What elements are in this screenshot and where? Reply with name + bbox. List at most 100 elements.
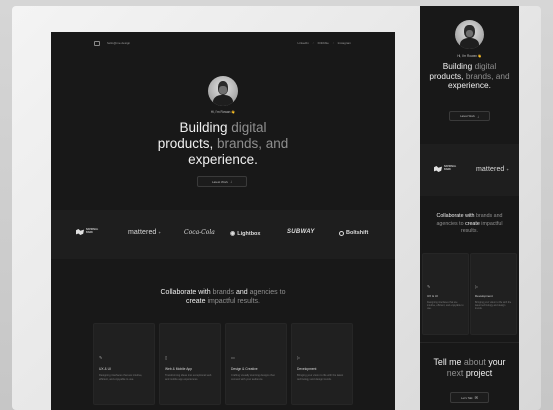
service-desc: Bringing your vision to life with the la… bbox=[475, 301, 512, 311]
nav-link-dribbble[interactable]: Dribbble bbox=[318, 41, 329, 45]
desktop-preview: hello@me.design LinkedIn / Dribbble / In… bbox=[51, 32, 395, 410]
hero-word: Building bbox=[179, 120, 228, 135]
nav-separator: / bbox=[312, 41, 314, 45]
service-card-design[interactable]: ▭ Design & Creative Crafting visually st… bbox=[225, 323, 287, 405]
pen-icon: ✎ bbox=[99, 355, 103, 360]
contact-word: Tell me bbox=[433, 357, 462, 367]
play-icon: ▷ bbox=[475, 284, 479, 289]
hero-word: experience. bbox=[448, 80, 491, 91]
wave-emoji: 👋 bbox=[231, 110, 236, 114]
lets-talk-label: Let's Talk bbox=[461, 395, 473, 400]
service-title: UX & UI bbox=[427, 294, 438, 298]
latest-work-label: Latest Work bbox=[460, 114, 475, 118]
service-title: Web & Mobile App bbox=[165, 367, 193, 371]
latest-work-button[interactable]: Latest Work ↓ bbox=[449, 111, 490, 121]
pen-icon: ✎ bbox=[427, 284, 431, 289]
logo-subway: SUBWAY bbox=[287, 229, 315, 235]
nav-separator: / bbox=[332, 41, 334, 45]
collab-word: brands bbox=[212, 289, 235, 296]
service-card-ux-ui[interactable]: ✎ UX & UI Designing interfaces that are … bbox=[93, 323, 155, 405]
collab-word: Collaborate bbox=[436, 213, 464, 219]
collab-word: to bbox=[459, 220, 464, 227]
avatar bbox=[455, 20, 484, 49]
collab-word: agencies bbox=[436, 220, 458, 227]
hero-word: digital bbox=[474, 61, 497, 71]
logo-mattered: mattered + bbox=[128, 229, 161, 236]
mail-icon[interactable] bbox=[94, 41, 100, 46]
client-logos: NATIONAL BANK mattered + bbox=[420, 144, 519, 196]
top-nav: hello@me.design LinkedIn / Dribbble / In… bbox=[51, 32, 395, 54]
nav-link-instagram[interactable]: Instagram bbox=[338, 41, 351, 45]
logo-boltshift: Boltshift bbox=[339, 230, 368, 236]
service-card-web-mobile[interactable]: ▯ Web & Mobile App Transforming ideas in… bbox=[159, 323, 221, 405]
wave-emoji: 👋 bbox=[477, 54, 482, 58]
logo-lightbox: ◉ Lightbox bbox=[230, 230, 260, 238]
collab-word: brands and bbox=[475, 213, 503, 219]
collab-word: and bbox=[236, 289, 248, 296]
play-icon: ▷ bbox=[297, 355, 301, 360]
contact-word: project bbox=[465, 367, 493, 378]
hero-word: products, bbox=[429, 70, 464, 81]
hero-word: products, bbox=[157, 135, 214, 151]
collab-word: create bbox=[465, 220, 480, 227]
contact-heading: Tell me about your next project bbox=[420, 357, 519, 378]
national-bank-icon bbox=[434, 166, 442, 172]
logo-text: Boltshift bbox=[346, 230, 369, 236]
logo-coca-cola: Coca-Cola bbox=[184, 229, 215, 236]
hero-word: brands, bbox=[216, 135, 263, 151]
service-card-ux-ui[interactable]: ✎ UX & UI Designing interfaces that are … bbox=[422, 253, 469, 335]
service-desc: Designing interfaces that are intuitive,… bbox=[99, 374, 143, 381]
service-card-development[interactable]: ▷ Development Bringing your vision to li… bbox=[470, 253, 517, 335]
service-card-development[interactable]: ▷ Development Bringing your vision to li… bbox=[291, 323, 353, 405]
service-desc: Designing interfaces that are intuitive,… bbox=[427, 301, 464, 311]
collab-word: results. bbox=[460, 228, 479, 235]
phone-icon: ▯ bbox=[165, 355, 168, 360]
nav-link-linkedin[interactable]: LinkedIn bbox=[297, 41, 308, 45]
latest-work-button[interactable]: Latest Work ↓ bbox=[197, 176, 247, 187]
service-title: UX & UI bbox=[99, 367, 111, 371]
collab-word: impactful bbox=[481, 220, 503, 227]
avatar bbox=[208, 76, 238, 106]
service-title: Development bbox=[475, 294, 493, 298]
logo-text: Coca-Cola bbox=[184, 229, 215, 236]
hero-word: and bbox=[265, 135, 289, 151]
greeting: Hi, I'm Rowan 👋 bbox=[201, 110, 245, 114]
logo-national-bank: NATIONAL BANK bbox=[76, 229, 98, 235]
contact-word: next bbox=[446, 367, 464, 378]
monitor-icon: ▭ bbox=[231, 355, 235, 360]
collab-heading: Collaborate with brands and agencies to … bbox=[424, 213, 515, 236]
lets-talk-button[interactable]: Let's Talk ✉ bbox=[450, 392, 489, 403]
national-bank-icon bbox=[76, 229, 84, 235]
greeting: Hi, I'm Rowan 👋 bbox=[440, 54, 499, 58]
collab-word: create bbox=[186, 298, 206, 306]
collab-word: impactful results. bbox=[207, 298, 260, 306]
divider bbox=[420, 342, 519, 343]
service-desc: Transforming ideas into exceptional web … bbox=[165, 374, 212, 381]
client-logos: NATIONAL BANK mattered + Coca-Cola ◉ Light… bbox=[51, 210, 395, 259]
contact-email[interactable]: hello@me.design bbox=[107, 41, 130, 45]
service-desc: Bringing your vision to life with the la… bbox=[297, 374, 344, 381]
logo-text: BANK bbox=[444, 168, 451, 171]
mobile-preview: Hi, I'm Rowan 👋 Building digital product… bbox=[420, 6, 519, 410]
mail-icon: ✉ bbox=[474, 395, 478, 400]
collab-word: Collaborate with bbox=[160, 289, 211, 296]
collab-word: agencies bbox=[249, 289, 278, 296]
arrow-down-icon: ↓ bbox=[229, 179, 232, 184]
collab-word: with bbox=[465, 213, 475, 219]
logo-text: mattered bbox=[128, 229, 157, 236]
hero-title: Building digital products, brands, and e… bbox=[420, 61, 519, 91]
service-title: Design & Creative bbox=[231, 367, 258, 371]
logo-national-bank: NATIONAL BANK bbox=[434, 166, 456, 172]
logo-mattered: mattered + bbox=[476, 166, 509, 173]
lightbox-icon: ◉ bbox=[230, 231, 236, 237]
latest-work-label: Latest Work bbox=[212, 179, 228, 184]
collab-heading: Collaborate with brands and agencies to … bbox=[131, 288, 315, 307]
hero-word: digital bbox=[231, 120, 267, 135]
greeting-text: Hi, I'm Rowan bbox=[210, 110, 231, 114]
hero-word: Building bbox=[442, 61, 473, 71]
collab-word: to bbox=[279, 289, 286, 296]
logo-text: SUBWAY bbox=[287, 229, 315, 235]
arrow-down-icon: ↓ bbox=[476, 113, 479, 119]
boltshift-icon bbox=[339, 230, 344, 236]
service-title: Development bbox=[297, 367, 317, 371]
